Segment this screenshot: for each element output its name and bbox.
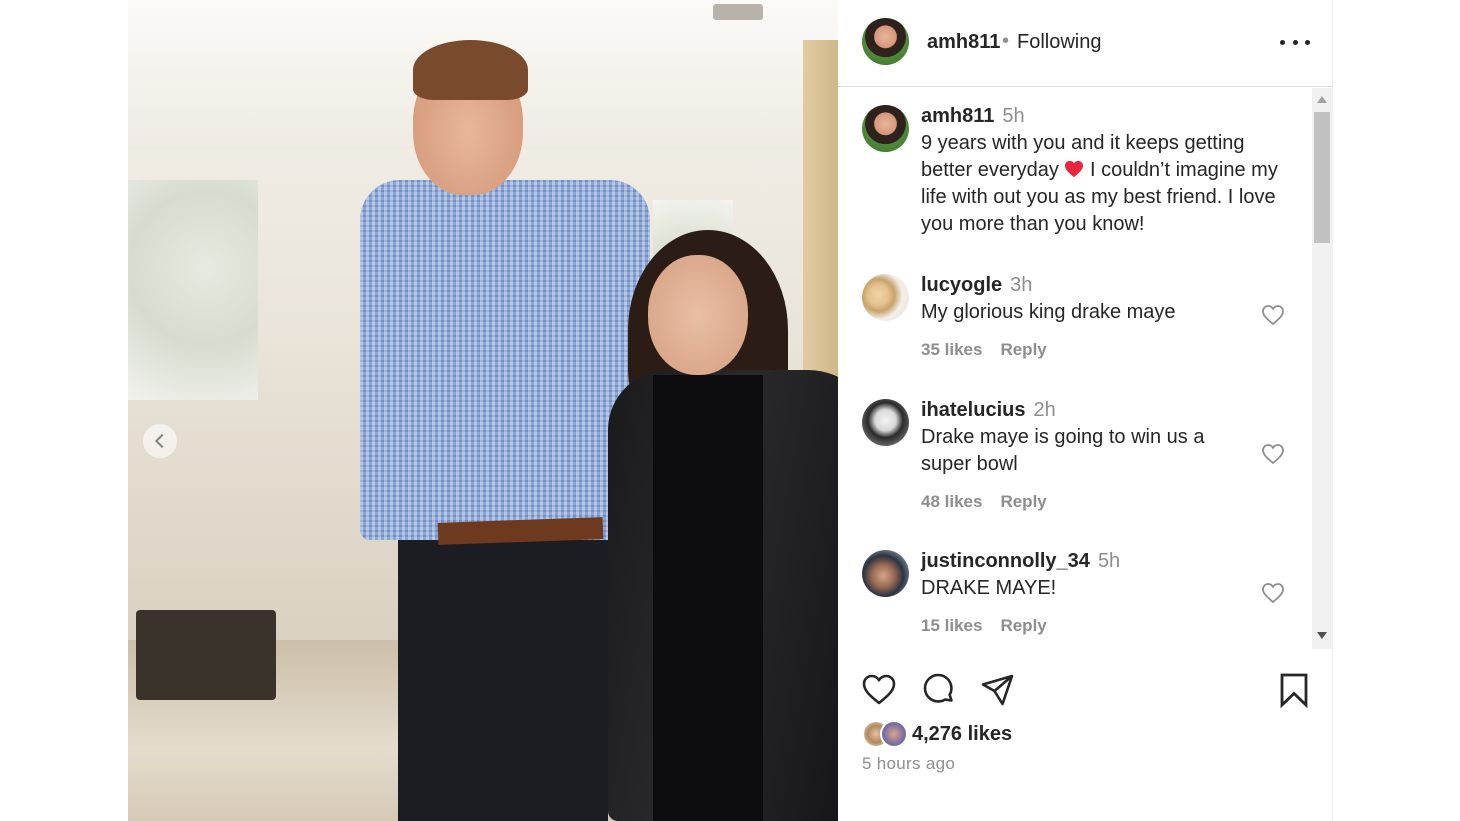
reply-button[interactable]: Reply	[1000, 340, 1046, 360]
separator-dot: •	[1002, 30, 1010, 52]
caption-text: 9 years with you and it keeps getting be…	[921, 132, 1278, 235]
comment-likes[interactable]: 15 likes	[921, 616, 982, 636]
caption-time[interactable]: 5h	[1002, 105, 1024, 127]
chevron-left-icon	[154, 433, 170, 449]
comment-author[interactable]: lucyogle	[921, 274, 1002, 296]
comment-author[interactable]: justinconnolly_34	[921, 550, 1090, 572]
comments-scrollbar[interactable]	[1312, 88, 1332, 649]
comment-author[interactable]: ihatelucius	[921, 399, 1025, 421]
liker-avatar	[880, 720, 908, 748]
like-comment-heart-icon[interactable]	[1261, 304, 1285, 326]
comment-time[interactable]: 5h	[1098, 550, 1120, 572]
woman-face	[648, 255, 748, 375]
avatar[interactable]	[862, 105, 909, 152]
scrollbar-thumb[interactable]	[1314, 112, 1330, 243]
comment-time[interactable]: 2h	[1033, 399, 1055, 421]
post-actions: 4,276 likes 5 hours ago	[838, 650, 1333, 821]
comment-icon[interactable]	[920, 672, 956, 708]
like-comment-heart-icon[interactable]	[1261, 582, 1285, 604]
author-avatar[interactable]	[862, 18, 909, 65]
bookmark-icon[interactable]	[1276, 672, 1312, 708]
carousel-prev-button[interactable]	[143, 424, 177, 458]
photo-ceiling-light	[713, 4, 763, 20]
likes-count[interactable]: 4,276 likes	[912, 723, 1012, 746]
scroll-up-arrow-icon[interactable]	[1317, 96, 1327, 103]
avatar[interactable]	[862, 399, 909, 446]
avatar[interactable]	[862, 274, 909, 321]
avatar[interactable]	[862, 550, 909, 597]
author-username[interactable]: amh811	[927, 31, 1000, 54]
comment-text: DRAKE MAYE!	[921, 577, 1057, 599]
photo-window-left	[128, 180, 258, 400]
scroll-down-arrow-icon[interactable]	[1317, 632, 1327, 639]
caption-author[interactable]: amh811	[921, 105, 994, 127]
heart-icon[interactable]	[861, 672, 897, 708]
reply-button[interactable]: Reply	[1000, 492, 1046, 512]
photo-sofa	[136, 610, 276, 700]
like-comment-heart-icon[interactable]	[1261, 443, 1285, 465]
comment-text: My glorious king drake maye	[921, 301, 1176, 323]
comment-time[interactable]: 3h	[1010, 274, 1032, 296]
post-sidebar: amh811 • Following amh811 5h 9 years with…	[838, 0, 1333, 821]
reply-button[interactable]: Reply	[1000, 616, 1046, 636]
comment-likes[interactable]: 35 likes	[921, 340, 982, 360]
likes-summary[interactable]: 4,276 likes	[862, 718, 1012, 750]
post-header: amh811 • Following	[838, 0, 1333, 87]
share-icon[interactable]	[980, 672, 1016, 708]
man-shirt	[360, 180, 650, 540]
post-photo[interactable]	[128, 0, 838, 821]
woman-top	[653, 375, 763, 821]
man-hair	[413, 40, 528, 100]
post-timestamp[interactable]: 5 hours ago	[862, 754, 955, 774]
comment-likes[interactable]: 48 likes	[921, 492, 982, 512]
comments-list[interactable]: amh811 5h 9 years with you and it keeps g…	[838, 88, 1310, 649]
following-button[interactable]: Following	[1017, 31, 1101, 54]
man-pants	[398, 540, 608, 821]
red-heart-emoji-icon	[1065, 160, 1084, 178]
comment-text: Drake maye is going to win us a super bo…	[921, 426, 1205, 475]
more-icon[interactable]	[1280, 30, 1310, 54]
